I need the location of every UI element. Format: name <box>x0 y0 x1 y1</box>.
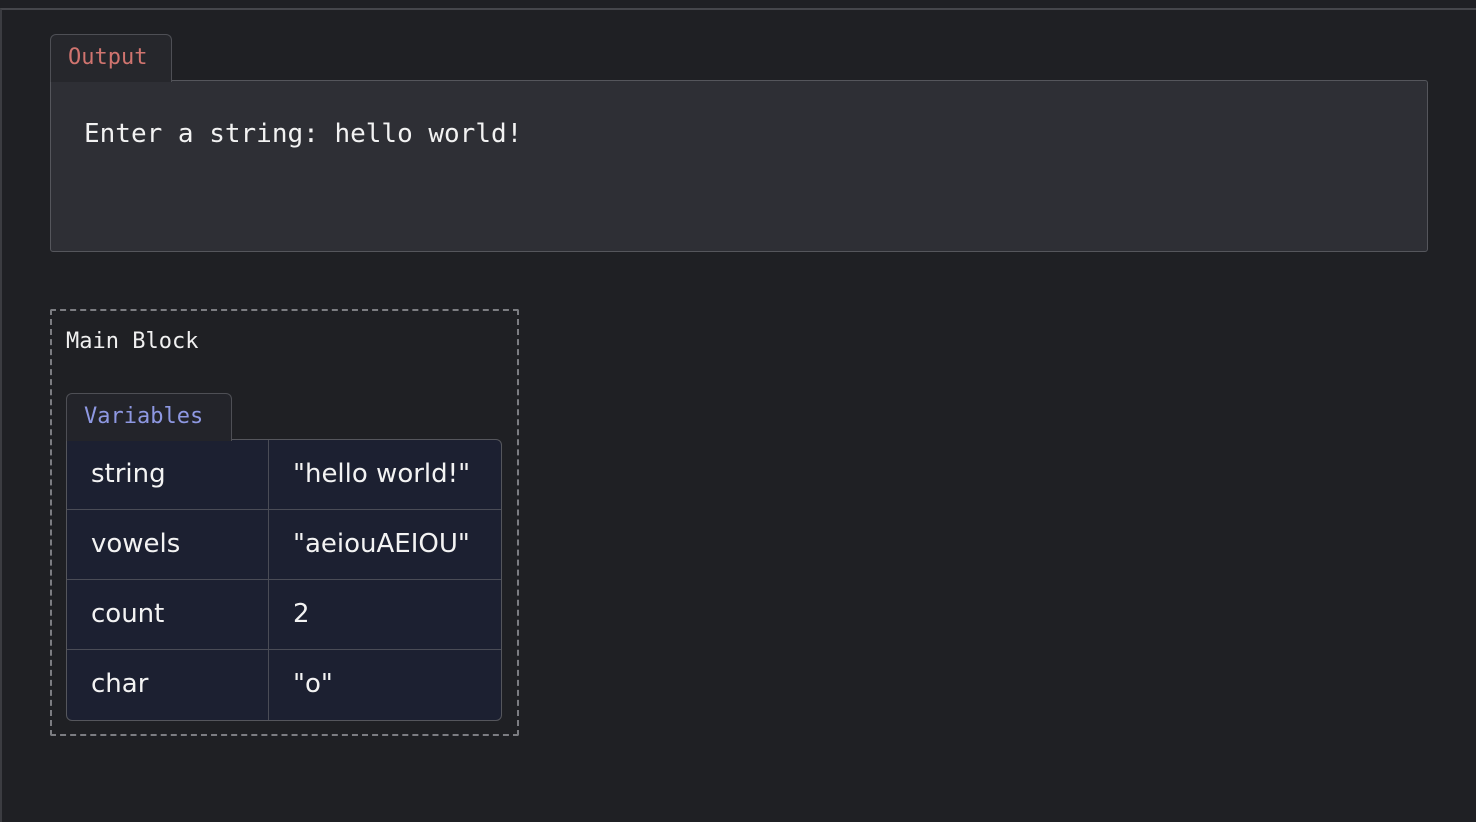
main-block-frame: Main Block Variables string "hello world… <box>50 309 519 736</box>
variable-name: vowels <box>67 510 269 579</box>
main-block-title: Main Block <box>66 329 199 354</box>
variable-value: "aeiouAEIOU" <box>293 529 470 559</box>
output-text: Enter a string: hello world! <box>84 119 523 149</box>
variable-value: "hello world!" <box>293 459 471 489</box>
variable-row: char "o" <box>67 650 501 720</box>
variable-value: "o" <box>293 669 333 699</box>
variables-tab[interactable]: Variables <box>66 393 232 441</box>
variable-row: count 2 <box>67 580 501 650</box>
variable-name: count <box>67 580 269 649</box>
variable-name: char <box>67 650 269 720</box>
variable-name: string <box>67 440 269 509</box>
output-tab[interactable]: Output <box>50 34 172 82</box>
output-panel: Enter a string: hello world! <box>50 80 1428 252</box>
variable-row: string "hello world!" <box>67 440 501 510</box>
variables-table: string "hello world!" vowels "aeiouAEIOU… <box>66 439 502 721</box>
variable-row: vowels "aeiouAEIOU" <box>67 510 501 580</box>
variable-value: 2 <box>293 599 310 629</box>
